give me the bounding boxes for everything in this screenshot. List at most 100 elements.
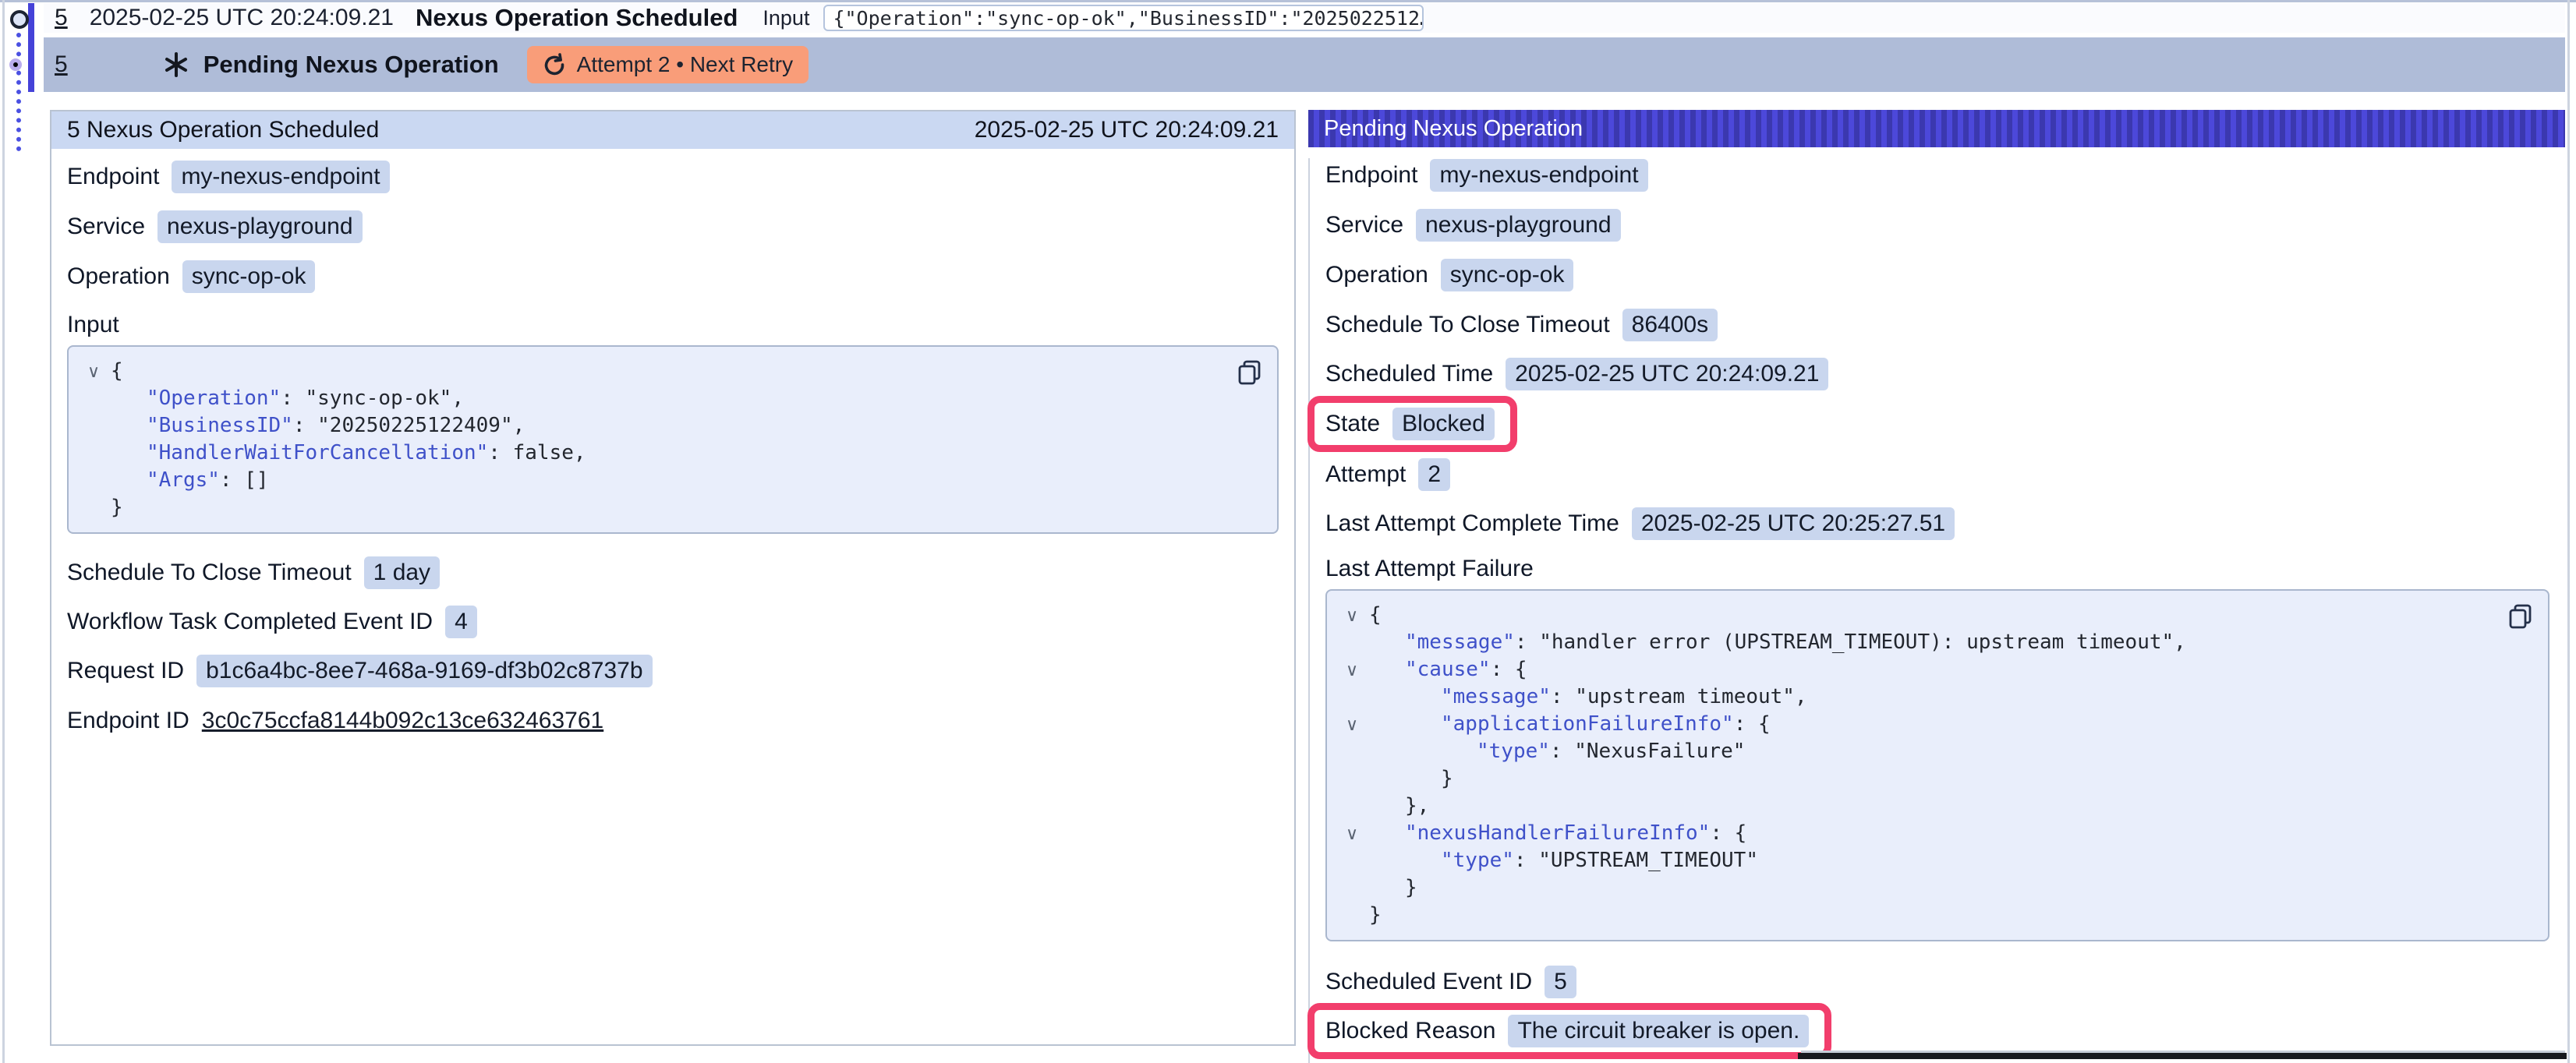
code-text: "nexusHandlerFailureInfo": { (1369, 820, 1746, 847)
field-row-state: State Blocked (1310, 407, 2565, 441)
field-label: Attempt (1325, 461, 1406, 488)
field-label: Service (1325, 212, 1403, 238)
code-line: ∨"message": "upstream timeout", (1335, 683, 2532, 711)
field-label: Endpoint ID (67, 708, 189, 734)
field-label: Schedule To Close Timeout (1325, 312, 1610, 338)
code-text: "HandlerWaitForCancellation": false, (111, 440, 586, 467)
blocked-reason-value-chip: The circuit breaker is open. (1508, 1015, 1809, 1047)
event-detail-panel-timestamp: 2025-02-25 UTC 20:24:09.21 (975, 117, 1279, 143)
code-text: "cause": { (1369, 656, 1527, 683)
state-annotation-box: State Blocked (1307, 396, 1517, 452)
timeline-current-dot-icon[interactable] (9, 58, 22, 71)
field-row-blocked-reason: Blocked Reason The circuit breaker is op… (1310, 1014, 2565, 1048)
field-value-chip: 1 day (364, 556, 440, 589)
field-label: Endpoint (67, 164, 159, 190)
code-text: } (1369, 902, 1382, 929)
attempt-retry-badge: Attempt 2 • Next Retry (527, 46, 809, 83)
event-timestamp: 2025-02-25 UTC 20:24:09.21 (90, 5, 394, 31)
code-text: { (1369, 602, 1382, 629)
collapse-chevron-icon[interactable]: ∨ (1335, 820, 1369, 847)
event-history-detail-page: 5 2025-02-25 UTC 20:24:09.21 Nexus Opera… (0, 0, 2576, 1063)
field-row-schedule-to-close-timeout: Schedule To Close Timeout 1 day (51, 556, 1294, 590)
field-value-chip: nexus-playground (1416, 209, 1621, 242)
field-value-chip: 5 (1545, 966, 1576, 998)
endpoint-id-link[interactable]: 3c0c75ccfa8144b092c13ce632463761 (202, 708, 603, 734)
page-left-border (2, 0, 5, 1063)
field-label: Blocked Reason (1325, 1018, 1495, 1044)
code-line: ∨"BusinessID": "20250225122409", (76, 412, 1261, 440)
failure-section-label: Last Attempt Failure (1310, 555, 2565, 583)
input-json-viewer: ∨{∨"Operation": "sync-op-ok",∨"BusinessI… (67, 345, 1279, 534)
code-line: ∨"type": "NexusFailure" (1335, 738, 2532, 765)
code-line: ∨} (1335, 902, 2532, 929)
pending-operation-panel: Pending Nexus Operation Endpoint my-nexu… (1308, 110, 2565, 1063)
field-row-endpoint: Endpoint my-nexus-endpoint (1310, 158, 2565, 192)
field-value-chip: 2025-02-25 UTC 20:25:27.51 (1632, 507, 1955, 540)
field-value-chip: 4 (445, 606, 477, 638)
code-line: ∨{ (1335, 602, 2532, 629)
field-value-chip: sync-op-ok (1441, 259, 1574, 291)
field-row-endpoint: Endpoint my-nexus-endpoint (51, 160, 1294, 194)
field-label: Service (67, 214, 145, 240)
copy-icon[interactable] (2506, 602, 2535, 631)
collapse-chevron-icon[interactable]: ∨ (76, 358, 111, 385)
pending-nexus-operation-row[interactable]: 5 Pending Nexus Operation Attempt 2 • Ne… (44, 37, 2565, 92)
field-row-scheduled-event-id: Scheduled Event ID 5 (1310, 965, 2565, 999)
field-label: Last Attempt Complete Time (1325, 510, 1619, 537)
field-row-scheduled-time: Scheduled Time 2025-02-25 UTC 20:24:09.2… (1310, 357, 2565, 391)
code-line: ∨"message": "handler error (UPSTREAM_TIM… (1335, 629, 2532, 656)
code-line: ∨"type": "UPSTREAM_TIMEOUT" (1335, 847, 2532, 874)
code-line: ∨"Args": [] (76, 467, 1261, 494)
field-label: Workflow Task Completed Event ID (67, 609, 433, 635)
code-text: "Operation": "sync-op-ok", (111, 385, 464, 412)
event-input-preview-chip[interactable]: {"Operation":"sync-op-ok","BusinessID":"… (823, 5, 1424, 31)
asterisk-icon (163, 51, 189, 78)
event-id-link[interactable]: 5 (55, 5, 68, 31)
field-row-endpoint-id: Endpoint ID 3c0c75ccfa8144b092c13ce63246… (51, 704, 1294, 738)
code-text: "BusinessID": "20250225122409", (111, 412, 525, 440)
pending-operation-name: Pending Nexus Operation (203, 51, 499, 79)
field-value-chip: my-nexus-endpoint (172, 161, 389, 193)
code-text: }, (1369, 793, 1429, 820)
field-row-workflow-task-completed-event-id: Workflow Task Completed Event ID 4 (51, 605, 1294, 639)
field-row-operation: Operation sync-op-ok (51, 260, 1294, 294)
code-line: ∨"nexusHandlerFailureInfo": { (1335, 820, 2532, 847)
code-text: } (1369, 874, 1417, 902)
field-row-operation: Operation sync-op-ok (1310, 258, 2565, 292)
code-text: "type": "UPSTREAM_TIMEOUT" (1369, 847, 1758, 874)
event-row-nexus-operation-scheduled[interactable]: 5 2025-02-25 UTC 20:24:09.21 Nexus Opera… (44, 3, 2565, 33)
copy-icon[interactable] (1235, 358, 1265, 387)
collapse-chevron-icon[interactable]: ∨ (1335, 602, 1369, 629)
event-input-label: Input (763, 6, 809, 30)
blocked-reason-annotation-box: Blocked Reason The circuit breaker is op… (1307, 1003, 1831, 1059)
field-value-chip: 86400s (1622, 309, 1718, 341)
pending-event-id-link[interactable]: 5 (55, 51, 68, 78)
code-text: { (111, 358, 123, 385)
pending-operation-panel-title: Pending Nexus Operation (1324, 116, 1583, 142)
collapse-chevron-icon[interactable]: ∨ (1335, 711, 1369, 738)
code-line: ∨"applicationFailureInfo": { (1335, 711, 2532, 738)
timeline-open-circle-icon[interactable] (10, 10, 29, 29)
timeline-selection-bar (28, 3, 34, 92)
event-name: Nexus Operation Scheduled (416, 4, 738, 32)
field-row-service: Service nexus-playground (1310, 208, 2565, 242)
field-row-last-attempt-complete-time: Last Attempt Complete Time 2025-02-25 UT… (1310, 507, 2565, 541)
field-row-service: Service nexus-playground (51, 210, 1294, 244)
attempt-retry-badge-label: Attempt 2 • Next Retry (577, 52, 793, 77)
code-line: ∨"HandlerWaitForCancellation": false, (76, 440, 1261, 467)
collapse-chevron-icon[interactable]: ∨ (1335, 656, 1369, 683)
code-line: ∨{ (76, 358, 1261, 385)
field-value-chip: my-nexus-endpoint (1430, 159, 1647, 192)
code-text: "type": "NexusFailure" (1369, 738, 1745, 765)
pending-operation-panel-body: Endpoint my-nexus-endpoint Service nexus… (1308, 158, 2565, 1063)
field-value-chip: nexus-playground (157, 210, 363, 243)
code-text: "message": "handler error (UPSTREAM_TIME… (1369, 629, 2186, 656)
code-text: "Args": [] (111, 467, 269, 494)
event-detail-panel-header: 5 Nexus Operation Scheduled 2025-02-25 U… (51, 111, 1294, 149)
field-row-attempt: Attempt 2 (1310, 457, 2565, 492)
timeline-dotted-connector (16, 33, 21, 151)
field-label: Request ID (67, 658, 184, 684)
code-line: ∨} (1335, 874, 2532, 902)
page-right-border (2567, 0, 2570, 1063)
field-value-chip: sync-op-ok (182, 260, 316, 293)
